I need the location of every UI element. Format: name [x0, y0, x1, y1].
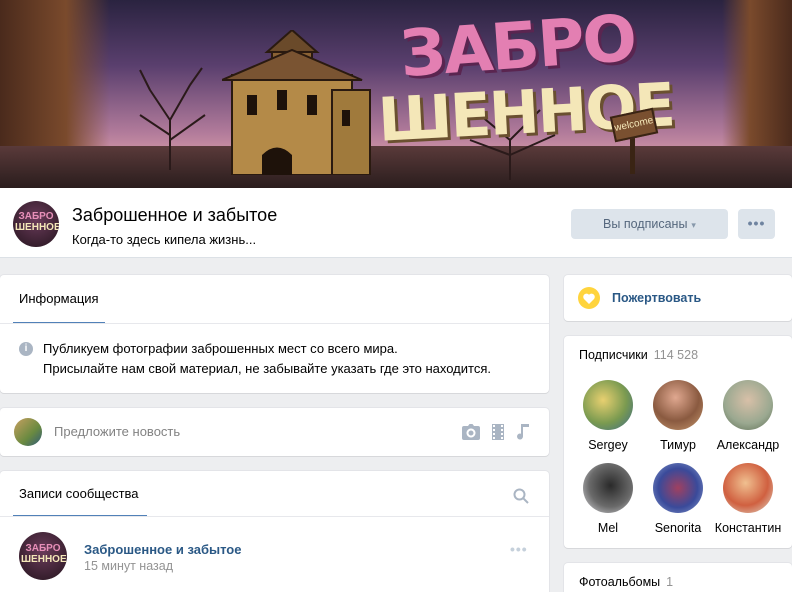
subscriber-item[interactable]: Александр [713, 380, 783, 452]
search-icon[interactable] [513, 488, 529, 504]
subscriber-item[interactable]: Senorita [643, 463, 713, 535]
group-title: Заброшенное и забытое [72, 205, 278, 225]
group-avatar-text-top: ЗАБРО [18, 211, 54, 222]
subscribers-title-label: Подписчики [579, 348, 648, 362]
group-avatar-text-bottom: ШЕННОЕ [15, 222, 59, 233]
subscribers-count: 114 528 [653, 348, 699, 362]
photo-albums-label: Фотоальбомы [579, 575, 661, 589]
group-cover: ЗАБРО ШЕННОЕ welcome [0, 0, 792, 188]
photo-albums-card[interactable]: Фотоальбомы 1 [564, 563, 792, 592]
subscriber-name: Константин [714, 521, 782, 535]
subscriber-item[interactable]: Sergey [573, 380, 643, 452]
subscriber-avatar [653, 463, 703, 513]
subscribed-button-label: Вы подписаны [603, 217, 688, 231]
group-status: Когда-то здесь кипела жизнь... [72, 232, 257, 247]
group-avatar[interactable]: ЗАБРО ШЕННОЕ [13, 201, 59, 247]
subscriber-item[interactable]: Mel [573, 463, 643, 535]
info-card: Информация i Публикуем фотографии заброш… [0, 275, 549, 393]
heart-icon [578, 287, 600, 309]
post-more-button[interactable]: ••• [510, 541, 528, 557]
tab-community-posts[interactable]: Записи сообщества [13, 471, 147, 517]
user-avatar [14, 418, 42, 446]
group-header: ЗАБРО ШЕННОЕ Заброшенное и забытое Когда… [0, 188, 792, 258]
photo-albums-count: 1 [666, 575, 674, 589]
cover-sign-post [630, 134, 635, 174]
subscribers-card: Подписчики 114 528 Sergey Тимур Александр… [564, 336, 792, 548]
post-avatar-text-bottom: ШЕННОЕ [21, 554, 67, 565]
suggest-news-card[interactable]: Предложите новость [0, 408, 549, 456]
subscriber-name: Sergey [588, 438, 628, 452]
cover-tree-left [139, 67, 206, 170]
music-icon[interactable] [514, 424, 532, 440]
chevron-down-icon: ▾ [691, 220, 696, 230]
info-icon: i [19, 342, 33, 356]
subscriber-avatar [583, 463, 633, 513]
abandoned-house-illustration [222, 30, 371, 175]
more-actions-button[interactable]: ••• [738, 209, 775, 239]
subscriber-avatar [723, 380, 773, 430]
subscriber-name: Тимур [660, 438, 696, 452]
video-icon[interactable] [489, 424, 507, 440]
subscriber-avatar [583, 380, 633, 430]
suggest-news-input[interactable]: Предложите новость [54, 424, 180, 439]
photo-albums-title[interactable]: Фотоальбомы 1 [579, 575, 673, 589]
post-author-link[interactable]: Заброшенное и забытое [84, 542, 241, 557]
subscriber-avatar [723, 463, 773, 513]
tab-information[interactable]: Информация [13, 275, 105, 324]
subscriber-name: Mel [597, 521, 619, 535]
donate-link[interactable]: Пожертвовать [612, 291, 701, 305]
posts-divider [0, 516, 549, 517]
subscriber-item[interactable]: Константин [713, 463, 783, 535]
subscriber-item[interactable]: Тимур [643, 380, 713, 452]
post-timestamp[interactable]: 15 минут назад [84, 559, 173, 573]
camera-icon[interactable] [462, 424, 480, 440]
post-author-avatar[interactable]: ЗАБРО ШЕННОЕ [19, 532, 67, 580]
subscribers-title[interactable]: Подписчики 114 528 [579, 348, 698, 362]
info-divider [0, 323, 549, 324]
info-description-line1: Публикуем фотографии заброшенных мест со… [43, 341, 398, 356]
community-posts-card: Записи сообщества ЗАБРО ШЕННОЕ Заброшенн… [0, 471, 549, 592]
subscriber-name: Александр [716, 438, 780, 452]
donate-card[interactable]: Пожертвовать [564, 275, 792, 321]
post-avatar-text-top: ЗАБРО [25, 543, 61, 554]
info-description-line2: Присылайте нам свой материал, не забывай… [43, 361, 491, 376]
subscriber-avatar [653, 380, 703, 430]
subscriber-name: Senorita [654, 521, 702, 535]
subscribed-button[interactable]: Вы подписаны ▾ [571, 209, 728, 239]
